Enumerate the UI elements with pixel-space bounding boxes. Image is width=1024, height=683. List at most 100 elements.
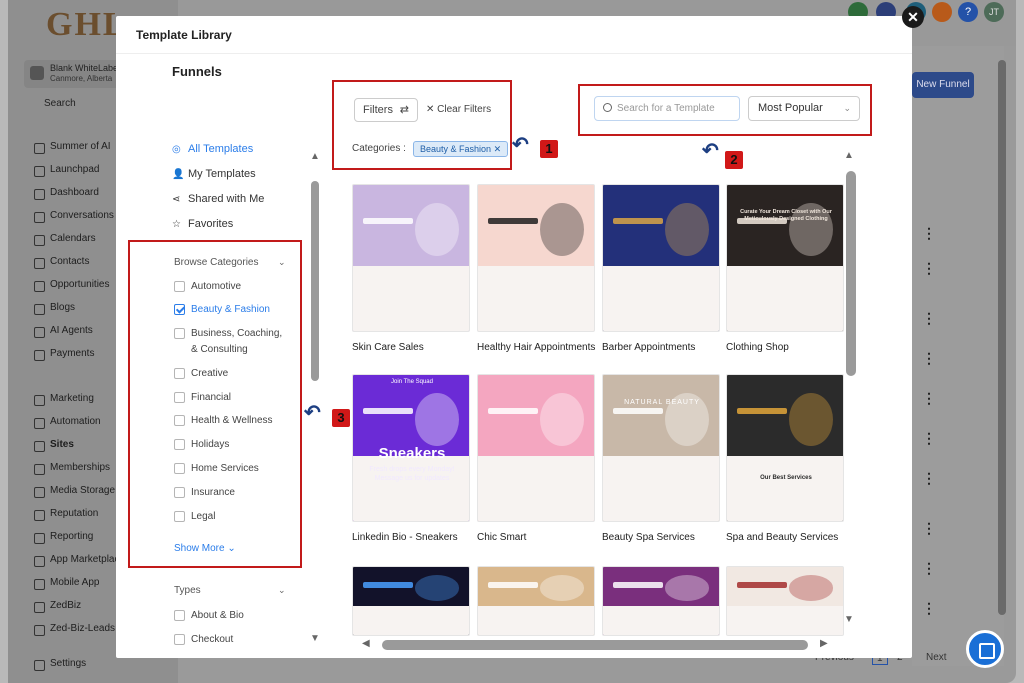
app-nav-item[interactable]: App Marketplace — [34, 552, 125, 568]
template-thumbnail[interactable] — [477, 184, 595, 332]
type-checkbox[interactable]: Checkout — [174, 633, 233, 647]
template-thumbnail[interactable] — [602, 566, 720, 636]
app-nav-item[interactable]: Conversations — [34, 208, 114, 224]
sidebar-link-shared[interactable]: ⋖ Shared with Me — [172, 191, 264, 207]
page-scrollbar[interactable] — [998, 60, 1006, 615]
type-checkbox[interactable]: About & Bio — [174, 609, 244, 623]
template-card[interactable] — [352, 566, 470, 636]
more-icon[interactable]: ⋮ — [922, 225, 936, 242]
scroll-left-icon[interactable]: ◀ — [362, 638, 370, 649]
more-icon[interactable]: ⋮ — [922, 310, 936, 327]
chevron-down-icon[interactable]: ⌄ — [278, 585, 286, 596]
app-nav-item[interactable]: Automation — [34, 414, 101, 430]
sidebar-link-label: Shared with Me — [188, 193, 265, 205]
thumbnail-image-block — [415, 575, 459, 601]
bell-icon[interactable] — [932, 2, 952, 22]
sidebar-scrollbar[interactable] — [311, 181, 319, 381]
app-nav-item[interactable]: Summer of AI — [34, 139, 111, 155]
scroll-down-icon[interactable]: ▼ — [310, 633, 320, 644]
app-nav-item[interactable]: Reputation — [34, 506, 98, 522]
template-thumbnail[interactable] — [726, 566, 844, 636]
thumbnail-heading-block — [363, 582, 413, 589]
more-icon[interactable]: ⋮ — [922, 350, 936, 367]
template-grid-hscrollbar[interactable] — [382, 640, 808, 650]
checkbox[interactable] — [174, 610, 185, 621]
app-nav-item[interactable]: Marketing — [34, 391, 94, 407]
callout-arrow-icon: ↶ — [702, 140, 719, 162]
avatar[interactable]: JT — [984, 2, 1004, 22]
app-nav-item[interactable]: Dashboard — [34, 185, 99, 201]
template-card[interactable]: Skin Care Sales — [352, 184, 470, 353]
more-icon[interactable]: ⋮ — [922, 430, 936, 447]
template-thumbnail[interactable]: NATURAL BEAUTY — [602, 374, 720, 522]
more-icon[interactable]: ⋮ — [922, 260, 936, 277]
template-thumbnail[interactable]: Join The Squad Sneakers Fresh drops every … — [352, 374, 470, 522]
star-icon: ☆ — [172, 219, 181, 230]
close-modal-button[interactable]: ✕ — [902, 6, 924, 28]
new-funnel-button[interactable]: New Funnel — [912, 72, 974, 98]
template-thumbnail[interactable]: Curate Your Dream Closet with Our Meticu… — [726, 184, 844, 332]
scroll-right-icon[interactable]: ▶ — [820, 638, 828, 649]
scroll-down-icon[interactable]: ▼ — [844, 614, 854, 625]
thumbnail-body-block — [603, 266, 719, 331]
template-thumbnail[interactable] — [352, 566, 470, 636]
types-heading[interactable]: Types — [174, 585, 201, 596]
app-nav-item[interactable]: Reporting — [34, 529, 93, 545]
modal-title: Template Library — [136, 28, 232, 42]
chat-widget-button[interactable] — [966, 630, 1004, 668]
more-icon[interactable]: ⋮ — [922, 470, 936, 487]
template-name: Clothing Shop — [726, 342, 789, 353]
app-nav-item[interactable]: ZedBiz — [34, 598, 81, 614]
callout-box-filters — [332, 80, 512, 170]
sidebar-link-all-templates[interactable]: ◎ All Templates — [172, 141, 253, 157]
app-nav-item[interactable]: Calendars — [34, 231, 96, 247]
callout-box-search — [578, 84, 872, 136]
scroll-up-icon[interactable]: ▲ — [310, 151, 320, 162]
more-icon[interactable]: ⋮ — [922, 390, 936, 407]
template-grid-scrollbar[interactable] — [846, 171, 856, 376]
app-nav-item[interactable]: AI Agents — [34, 323, 93, 339]
template-card[interactable]: Barber Appointments — [602, 184, 720, 353]
template-card[interactable]: Chic Smart — [477, 374, 595, 543]
template-thumbnail[interactable] — [477, 566, 595, 636]
template-card[interactable]: Join The Squad Sneakers Fresh drops every … — [352, 374, 470, 543]
callout-box-categories — [128, 240, 302, 568]
help-icon[interactable]: ? — [958, 2, 978, 22]
app-nav-item[interactable]: Media Storage — [34, 483, 115, 499]
more-icon[interactable]: ⋮ — [922, 520, 936, 537]
app-nav-item[interactable]: Launchpad — [34, 162, 100, 178]
app-nav-item[interactable]: Opportunities — [34, 277, 109, 293]
app-nav-item[interactable]: Contacts — [34, 254, 89, 270]
app-nav-item[interactable]: Payments — [34, 346, 94, 362]
app-nav-item[interactable]: Blogs — [34, 300, 75, 316]
template-card[interactable]: Curate Your Dream Closet with Our Meticu… — [726, 184, 844, 353]
template-card[interactable] — [477, 566, 595, 636]
app-nav-item[interactable]: Mobile App — [34, 575, 99, 591]
app-nav-item[interactable]: Zed-Biz-Leads — [34, 621, 115, 637]
template-thumbnail[interactable] — [352, 184, 470, 332]
app-nav-item[interactable]: Memberships — [34, 460, 110, 476]
template-card[interactable]: Healthy Hair Appointments — [477, 184, 595, 353]
template-card[interactable] — [602, 566, 720, 636]
template-card[interactable]: NATURAL BEAUTY Beauty Spa Services — [602, 374, 720, 543]
more-icon[interactable]: ⋮ — [922, 560, 936, 577]
app-nav-item[interactable]: Sites — [34, 437, 74, 453]
checkbox[interactable] — [174, 634, 185, 645]
share-icon: ⋖ — [172, 194, 181, 205]
modal-header: Template Library — [116, 16, 912, 54]
template-card[interactable]: Our Best Services Spa and Beauty Services — [726, 374, 844, 543]
thumbnail-image-block — [789, 392, 833, 447]
sidebar-link-favorites[interactable]: ☆ Favorites — [172, 216, 233, 232]
template-name: Skin Care Sales — [352, 342, 424, 353]
more-icon[interactable]: ⋮ — [922, 600, 936, 617]
template-thumbnail[interactable] — [477, 374, 595, 522]
template-card[interactable] — [726, 566, 844, 636]
callout-badge: 1 — [540, 140, 558, 158]
app-nav-item[interactable]: Settings — [34, 656, 86, 672]
template-thumbnail[interactable] — [602, 184, 720, 332]
template-name: Chic Smart — [477, 532, 527, 543]
scroll-up-icon[interactable]: ▲ — [844, 150, 854, 161]
pagination-next[interactable]: Next — [926, 652, 947, 663]
template-thumbnail[interactable]: Our Best Services — [726, 374, 844, 522]
sidebar-link-my-templates[interactable]: 👤 My Templates — [172, 166, 256, 182]
